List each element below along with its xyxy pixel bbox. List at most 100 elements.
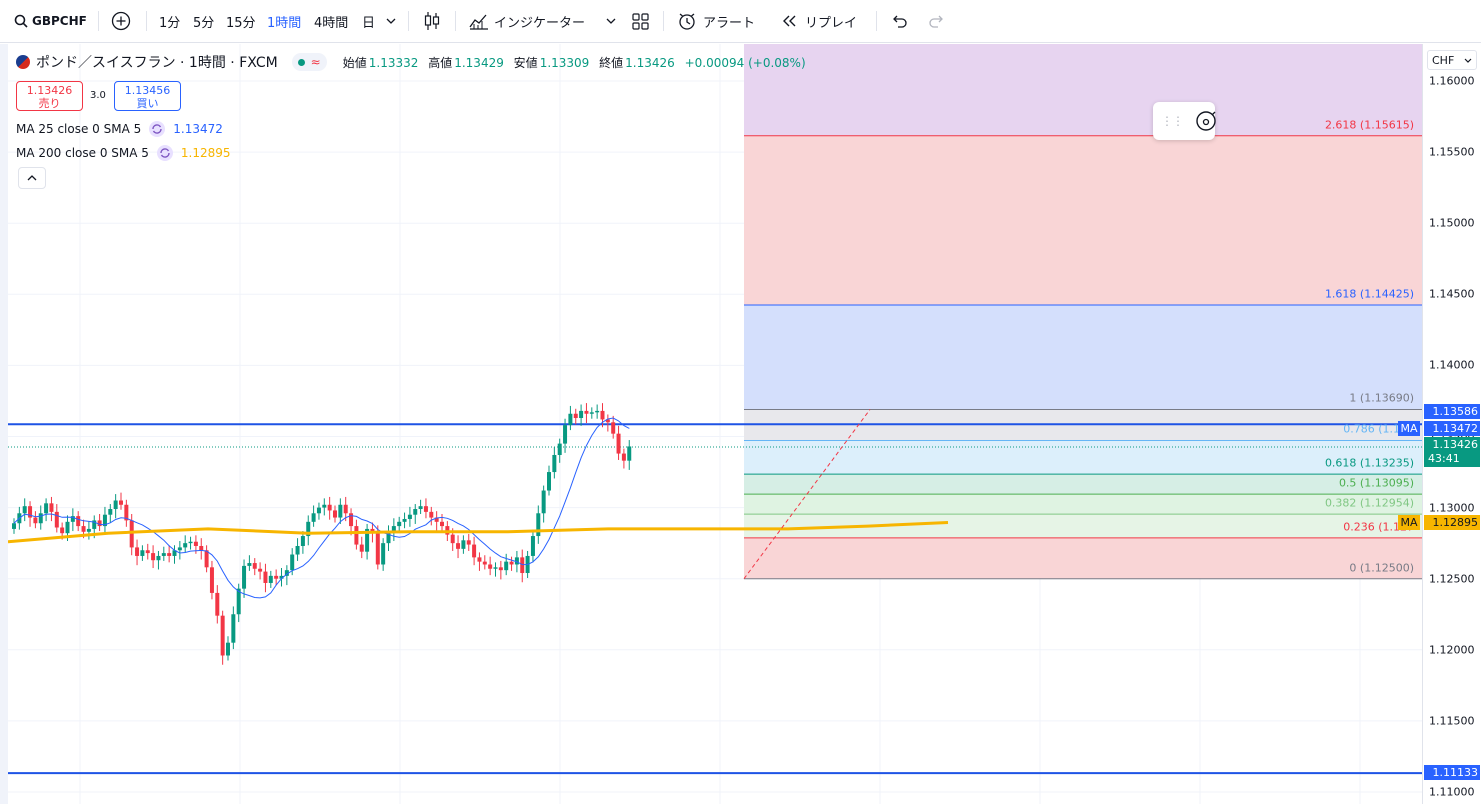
price-tick-label: 1.11500 [1429, 714, 1475, 728]
candle-body [611, 422, 616, 434]
candle-body [557, 443, 562, 455]
candle-body [621, 453, 626, 461]
candle-body [627, 446, 632, 461]
candle-body [440, 521, 444, 527]
candle-body [60, 527, 65, 534]
sell-button[interactable]: 1.13426 売り [16, 81, 83, 111]
candle-body [295, 545, 300, 555]
candle-body [252, 563, 257, 569]
change-value: +0.00094 (+0.08%) [684, 55, 806, 70]
candle-body [220, 615, 225, 656]
compare-add-button[interactable] [111, 0, 131, 42]
chart-type-button[interactable] [423, 0, 441, 42]
timeframe-1m[interactable]: 1分 [159, 0, 180, 42]
candle-body [290, 554, 295, 571]
layout-button[interactable] [632, 0, 649, 42]
ma25-label: MA 25 close 0 SMA 5 [16, 122, 142, 136]
candle-body [247, 563, 252, 566]
candle-body [498, 567, 503, 571]
currency-label: CHF [1432, 53, 1455, 67]
candle-body [616, 433, 621, 454]
candle-body [44, 503, 49, 514]
candle-body [573, 413, 578, 419]
rewind-icon [783, 15, 796, 27]
timeframe-15m[interactable]: 15分 [226, 0, 256, 42]
collapse-legend-button[interactable] [18, 167, 46, 189]
timeframe-5m[interactable]: 5分 [193, 0, 214, 42]
ma25-value: 1.13472 [173, 122, 223, 136]
ma200-legend[interactable]: MA 200 close 0 SMA 5 1.12895 [16, 144, 231, 162]
price-tick-label: 1.14000 [1429, 358, 1475, 372]
drag-handle-icon[interactable]: ⋮⋮ [1161, 114, 1184, 128]
candle-body [402, 518, 407, 522]
price-tick-label: 1.14500 [1429, 287, 1475, 301]
candle-body [450, 534, 455, 544]
currency-select[interactable]: CHF [1427, 50, 1477, 70]
fib-band [744, 494, 1422, 515]
ma25-legend[interactable]: MA 25 close 0 SMA 5 1.13472 [16, 120, 223, 138]
candle-body [151, 553, 156, 561]
fib-level-label: 0 (1.12500) [1349, 561, 1414, 575]
candle-body [397, 521, 402, 527]
candle-body [375, 533, 380, 565]
market-status[interactable]: ≈ [291, 53, 327, 71]
candle-body [579, 410, 584, 419]
timeframe-1h[interactable]: 1時間 [267, 0, 301, 42]
redo-button[interactable] [928, 0, 946, 42]
price-tick-label: 1.16000 [1429, 74, 1475, 88]
candle-body [129, 520, 134, 548]
candle-body [322, 504, 327, 508]
ma200-label: MA 200 close 0 SMA 5 [16, 146, 149, 160]
candle-body [343, 504, 348, 514]
lower-line-badge: 1.11133 [1424, 765, 1480, 780]
replay-label: リプレイ [805, 15, 858, 31]
candle-body [354, 526, 359, 545]
symbol-search[interactable]: GBPCHF [14, 0, 87, 42]
alarm-clock-icon [679, 13, 695, 30]
indicators-button[interactable]: インジケーター [469, 0, 585, 42]
price-tick-label: 1.13000 [1429, 501, 1475, 515]
indicators-label: インジケーター [494, 15, 586, 31]
candle-body [568, 413, 573, 426]
legend-title[interactable]: ポンド／スイスフラン · 1時間 · FXCM [36, 52, 278, 72]
flag-icon [16, 55, 30, 69]
wave-icon: ≈ [310, 55, 321, 69]
ma25-badge: 1.13472 [1424, 421, 1480, 436]
fib-band [744, 474, 1422, 495]
candle-body [231, 614, 236, 643]
candle-body [338, 504, 343, 518]
candle-body [600, 410, 605, 420]
fib-settings-icon[interactable] [1193, 108, 1219, 134]
candle-body [86, 528, 91, 532]
candle-body [268, 575, 273, 583]
candle-body [541, 490, 546, 514]
bar-countdown: 43:41 [1428, 452, 1460, 465]
candle-body [242, 565, 247, 589]
timeframe-4h[interactable]: 4時間 [314, 0, 348, 42]
floating-drawing-toolbar[interactable]: ⋮⋮ [1153, 102, 1216, 140]
refresh-icon[interactable] [156, 145, 173, 161]
indicators-dropdown[interactable] [606, 0, 616, 42]
sell-price: 1.13426 [26, 84, 73, 97]
candle-body [493, 567, 498, 569]
candle-body [108, 509, 113, 515]
ohlc-values: 始値 1.13332 高値 1.13429 安値 1.13309 終値 1.13426 … [343, 54, 812, 71]
open-value: 1.13332 [368, 55, 419, 70]
candle-body [456, 543, 461, 549]
candle-body [76, 516, 81, 527]
buy-button[interactable]: 1.13456 買い [114, 81, 181, 111]
timeframe-dropdown[interactable] [386, 0, 396, 42]
undo-button[interactable] [890, 0, 908, 42]
candle-body [226, 642, 230, 656]
price-axis[interactable]: CHF 1.16000 1.15500 1.15000 1.14500 1.14000 1… [1422, 44, 1481, 804]
refresh-icon[interactable] [149, 121, 166, 137]
upper-line-badge: 1.13586 [1424, 404, 1480, 419]
candle-body [81, 526, 86, 532]
alert-button[interactable]: アラート [677, 0, 755, 42]
replay-button[interactable]: リプレイ [781, 0, 857, 42]
candle-body [188, 541, 193, 544]
candle-body [167, 553, 172, 556]
timeframe-1d[interactable]: 日 [362, 0, 375, 42]
ma200-value: 1.12895 [180, 146, 231, 160]
fib-level-label: 0.618 (1.13235) [1324, 456, 1414, 470]
